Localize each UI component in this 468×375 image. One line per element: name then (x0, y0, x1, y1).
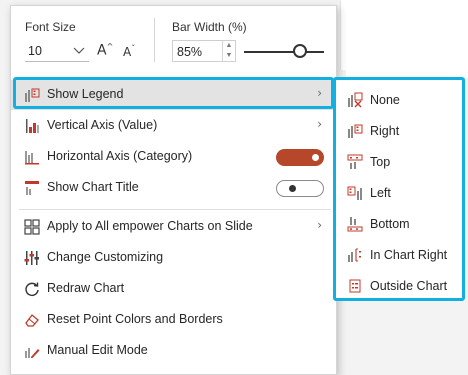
legend-option-label: In Chart Right (370, 248, 448, 262)
legend-top-icon (347, 154, 363, 170)
bar-width-value: 85% (177, 45, 203, 59)
menu-item-label: Redraw Chart (47, 281, 125, 295)
legend-option-outside-chart[interactable]: Outside Chart (336, 271, 462, 301)
legend-option-label: Outside Chart (370, 279, 448, 293)
legend-in-chart-right-icon (347, 247, 363, 263)
grow-font-button[interactable]: A^ (97, 42, 113, 59)
legend-left-icon (347, 185, 363, 201)
customize-sliders-icon (24, 250, 40, 266)
legend-outside-chart-icon (347, 278, 363, 294)
spin-down-icon[interactable]: ▼ (222, 51, 235, 61)
font-size-value: 10 (28, 44, 42, 58)
bar-width-label: Bar Width (%) (172, 20, 247, 34)
chevron-right-icon: › (317, 117, 322, 131)
caret-up-icon: ^ (106, 42, 114, 51)
show-legend-highlight-frame (13, 77, 334, 109)
legend-bottom-icon (347, 216, 363, 232)
eraser-icon (24, 312, 40, 328)
toggle-knob (289, 185, 296, 192)
menu-item-redraw-chart[interactable]: Redraw Chart (11, 274, 336, 304)
menu-item-reset-point-colors[interactable]: Reset Point Colors and Borders (11, 305, 336, 335)
refresh-icon (24, 281, 40, 297)
menu-item-label: Vertical Axis (Value) (47, 118, 158, 132)
menu-item-manual-edit-mode[interactable]: Manual Edit Mode (11, 336, 336, 366)
menu-item-label: Show Chart Title (47, 180, 139, 194)
legend-right-icon (347, 123, 363, 139)
legend-option-none[interactable]: None (336, 85, 462, 115)
menu-item-show-chart-title[interactable]: Show Chart Title (11, 173, 336, 203)
legend-option-right[interactable]: Right (336, 116, 462, 146)
pencil-chart-icon (24, 343, 40, 359)
legend-none-icon (347, 92, 363, 108)
menu-item-label: Apply to All empower Charts on Slide (47, 219, 253, 233)
menu-item-change-customizing[interactable]: Change Customizing (11, 243, 336, 273)
chart-title-icon (24, 180, 40, 196)
toolbar-divider (154, 18, 155, 62)
mini-toolbar: Font Size 10 A^ Aˇ Bar Width (%) 85% ▲ ▼ (11, 6, 336, 70)
bar-width-slider-thumb[interactable] (293, 44, 307, 58)
menu-item-label: Change Customizing (47, 250, 164, 264)
menu-item-label: Horizontal Axis (Category) (47, 149, 193, 163)
grid-icon (24, 219, 40, 235)
chart-title-toggle[interactable] (276, 180, 324, 197)
toggle-knob (312, 154, 319, 161)
vertical-axis-icon (24, 118, 40, 134)
chevron-right-icon: › (317, 218, 322, 232)
legend-option-bottom[interactable]: Bottom (336, 209, 462, 239)
horizontal-axis-icon (24, 149, 40, 165)
menu-item-apply-to-all[interactable]: Apply to All empower Charts on Slide › (11, 212, 336, 242)
shrink-font-button[interactable]: Aˇ (123, 44, 135, 59)
legend-option-label: Right (370, 124, 400, 138)
slide-area-strip (346, 58, 468, 78)
menu-item-horizontal-axis[interactable]: Horizontal Axis (Category) (11, 142, 336, 172)
context-menu: Font Size 10 A^ Aˇ Bar Width (%) 85% ▲ ▼… (10, 5, 337, 375)
menu-separator (19, 209, 331, 210)
legend-option-left[interactable]: Left (336, 178, 462, 208)
chevron-down-icon[interactable] (73, 44, 85, 59)
grow-font-label: A (97, 42, 107, 59)
caret-down-icon: ˇ (131, 44, 136, 53)
menu-item-label: Manual Edit Mode (47, 343, 148, 357)
shrink-font-label: A (123, 45, 132, 59)
menu-item-label: Reset Point Colors and Borders (47, 312, 223, 326)
spin-up-icon[interactable]: ▲ (222, 41, 235, 51)
legend-submenu: None Right Top Left Bottom In Chart Righ… (333, 77, 465, 301)
menu-item-vertical-axis[interactable]: Vertical Axis (Value) › (11, 111, 336, 141)
legend-option-in-chart-right[interactable]: In Chart Right (336, 240, 462, 270)
font-size-combobox[interactable]: 10 (25, 40, 89, 62)
bar-width-slider-track[interactable] (244, 51, 324, 53)
legend-option-label: None (370, 93, 400, 107)
legend-option-label: Top (370, 155, 391, 169)
font-size-label: Font Size (25, 20, 76, 34)
legend-option-label: Bottom (370, 217, 410, 231)
horizontal-axis-toggle[interactable] (276, 149, 324, 166)
bar-width-spinner[interactable]: 85% ▲ ▼ (172, 40, 236, 62)
legend-option-top[interactable]: Top (336, 147, 462, 177)
legend-option-label: Left (370, 186, 391, 200)
